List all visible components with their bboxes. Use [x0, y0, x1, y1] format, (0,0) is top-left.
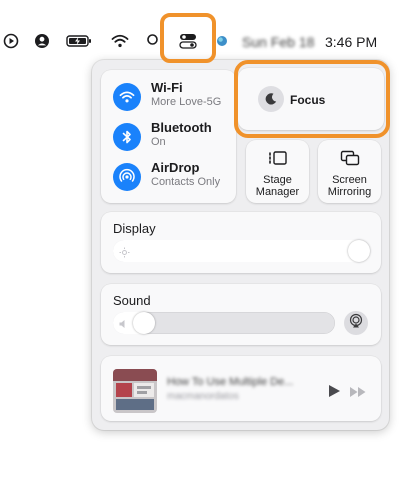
display-title: Display: [113, 221, 156, 236]
menubar-time[interactable]: 3:46 PM: [325, 34, 377, 50]
stage-manager-icon: [268, 150, 288, 171]
brightness-fill: [113, 240, 370, 262]
network-card: Wi-Fi More Love-5G Bluetooth On AirDrop …: [101, 70, 236, 203]
airdrop-status: Contacts Only: [151, 176, 221, 188]
bluetooth-icon: [113, 123, 141, 151]
screen-mirroring-icon: [340, 150, 360, 171]
now-playing-subtitle: macmanordatos: [167, 391, 239, 402]
screen-mirroring-label-2: Mirroring: [327, 186, 372, 198]
brightness-slider-knob[interactable]: [348, 240, 370, 262]
stage-manager-label-1: Stage: [263, 174, 292, 186]
skip-forward-icon[interactable]: [349, 385, 367, 403]
stage-manager-button[interactable]: Stage Manager: [246, 140, 309, 203]
user-circle-icon[interactable]: [34, 33, 50, 49]
airdrop-label: AirDrop: [151, 160, 200, 175]
sound-title: Sound: [113, 293, 151, 308]
play-circle-icon[interactable]: [3, 33, 19, 49]
volume-slider[interactable]: [113, 312, 335, 334]
stage-manager-label-2: Manager: [255, 186, 300, 198]
play-icon[interactable]: [327, 384, 341, 403]
sound-card: Sound: [101, 284, 381, 345]
airplay-audio-button[interactable]: [344, 311, 368, 335]
airdrop-icon: [113, 163, 141, 191]
control-center-highlight: [160, 13, 216, 63]
display-card: Display: [101, 212, 381, 273]
album-artwork[interactable]: [113, 369, 157, 413]
screen-mirroring-button[interactable]: Screen Mirroring: [318, 140, 381, 203]
sun-icon: [119, 245, 130, 263]
menubar-date[interactable]: Sun Feb 18: [242, 34, 314, 50]
wifi-icon: [113, 83, 141, 111]
airplay-audio-icon: [348, 313, 364, 334]
screen-mirroring-label-1: Screen: [332, 174, 367, 186]
bluetooth-label: Bluetooth: [151, 120, 212, 135]
wifi-network-name: More Love-5G: [151, 96, 222, 108]
wifi-label: Wi-Fi: [151, 80, 183, 95]
focus-highlight: [234, 60, 390, 138]
now-playing-card[interactable]: How To Use Multiple De... macmanordatos: [101, 356, 381, 421]
siri-icon[interactable]: [217, 33, 227, 49]
brightness-slider[interactable]: [113, 240, 370, 262]
battery-charging-icon[interactable]: [66, 33, 92, 49]
bluetooth-status: On: [151, 136, 166, 148]
speaker-icon: [118, 317, 130, 335]
wifi-icon[interactable]: [111, 33, 129, 49]
now-playing-title: How To Use Multiple De...: [167, 376, 294, 388]
volume-slider-knob[interactable]: [133, 312, 155, 334]
